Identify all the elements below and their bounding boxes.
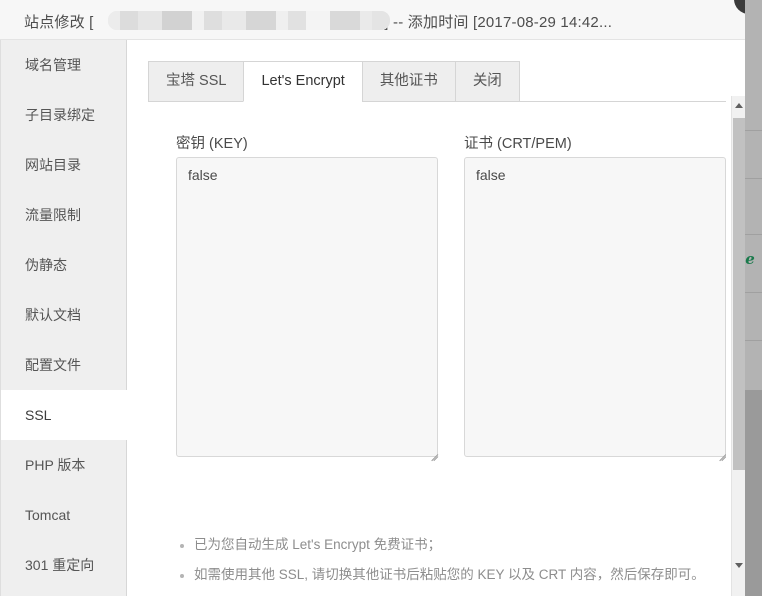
desktop-divider bbox=[745, 130, 762, 131]
vertical-scrollbar[interactable] bbox=[731, 96, 745, 596]
tabbar: 宝塔 SSL Let's Encrypt 其他证书 关闭 bbox=[148, 61, 520, 102]
key-textarea[interactable] bbox=[176, 157, 438, 457]
window-title-suffix: ] -- 添加时间 [2017-08-29 14:42... bbox=[384, 14, 613, 31]
sidebar-item-redirect301[interactable]: 301 重定向 bbox=[1, 540, 127, 590]
screen: e 站点修改 [ ] -- 添加时间 [2017-08-29 14:42... … bbox=[0, 0, 762, 596]
sidebar-item-rewrite[interactable]: 伪静态 bbox=[1, 240, 127, 290]
close-icon[interactable] bbox=[734, 0, 745, 14]
crt-textarea[interactable] bbox=[464, 157, 726, 457]
chevron-down-icon bbox=[735, 563, 743, 568]
sidebar-item-tomcat[interactable]: Tomcat bbox=[1, 490, 127, 540]
sidebar-item-phpversion[interactable]: PHP 版本 bbox=[1, 440, 127, 490]
desktop-divider bbox=[745, 178, 762, 179]
sidebar-item-ssl[interactable]: SSL bbox=[1, 390, 127, 440]
tab-close-ssl[interactable]: 关闭 bbox=[454, 61, 520, 102]
redacted-domain-name bbox=[108, 11, 390, 30]
list-item: 如需使用其他 SSL, 请切换其他证书后粘贴您的 KEY 以及 CRT 内容，然… bbox=[180, 560, 714, 590]
desktop-panel bbox=[745, 390, 762, 596]
key-field-label: 密钥 (KEY) bbox=[176, 136, 248, 152]
sidebar-item-domain[interactable]: 域名管理 bbox=[1, 40, 127, 90]
window-titlebar: 站点修改 [ ] -- 添加时间 [2017-08-29 14:42... bbox=[0, 0, 745, 40]
desktop-divider bbox=[745, 234, 762, 235]
desktop-divider bbox=[745, 292, 762, 293]
site-edit-window: 站点修改 [ ] -- 添加时间 [2017-08-29 14:42... 域名… bbox=[0, 0, 745, 596]
main-content: 宝塔 SSL Let's Encrypt 其他证书 关闭 密钥 (KEY) 证书… bbox=[128, 40, 745, 596]
sidebar-item-traffic[interactable]: 流量限制 bbox=[1, 190, 127, 240]
list-item: 已为您自动生成 Let's Encrypt 免费证书； bbox=[180, 530, 714, 560]
ssl-notes-list: 已为您自动生成 Let's Encrypt 免费证书； 如需使用其他 SSL, … bbox=[176, 530, 714, 590]
crt-field-label: 证书 (CRT/PEM) bbox=[464, 136, 572, 152]
tab-bt-ssl[interactable]: 宝塔 SSL bbox=[148, 61, 244, 102]
sidebar: 域名管理 子目录绑定 网站目录 流量限制 伪静态 默认文档 配置文件 SSL P… bbox=[0, 40, 127, 596]
desktop-divider bbox=[745, 340, 762, 341]
scroll-down-button[interactable] bbox=[732, 556, 745, 576]
tab-other-cert[interactable]: 其他证书 bbox=[361, 61, 455, 102]
sidebar-item-subdir[interactable]: 子目录绑定 bbox=[1, 90, 127, 140]
tab-lets-encrypt[interactable]: Let's Encrypt bbox=[243, 61, 362, 102]
scrollbar-thumb[interactable] bbox=[733, 118, 745, 470]
chevron-up-icon bbox=[735, 103, 743, 108]
sidebar-item-defaultdoc[interactable]: 默认文档 bbox=[1, 290, 127, 340]
sidebar-item-sitedir[interactable]: 网站目录 bbox=[1, 140, 127, 190]
ssl-form-pane: 密钥 (KEY) 证书 (CRT/PEM) 已为您自动生成 Let's Encr… bbox=[148, 102, 726, 596]
internet-explorer-icon[interactable]: e bbox=[743, 252, 757, 267]
sidebar-item-conffile[interactable]: 配置文件 bbox=[1, 340, 127, 390]
scroll-up-button[interactable] bbox=[732, 96, 745, 116]
window-title-prefix: 站点修改 [ bbox=[24, 14, 94, 31]
